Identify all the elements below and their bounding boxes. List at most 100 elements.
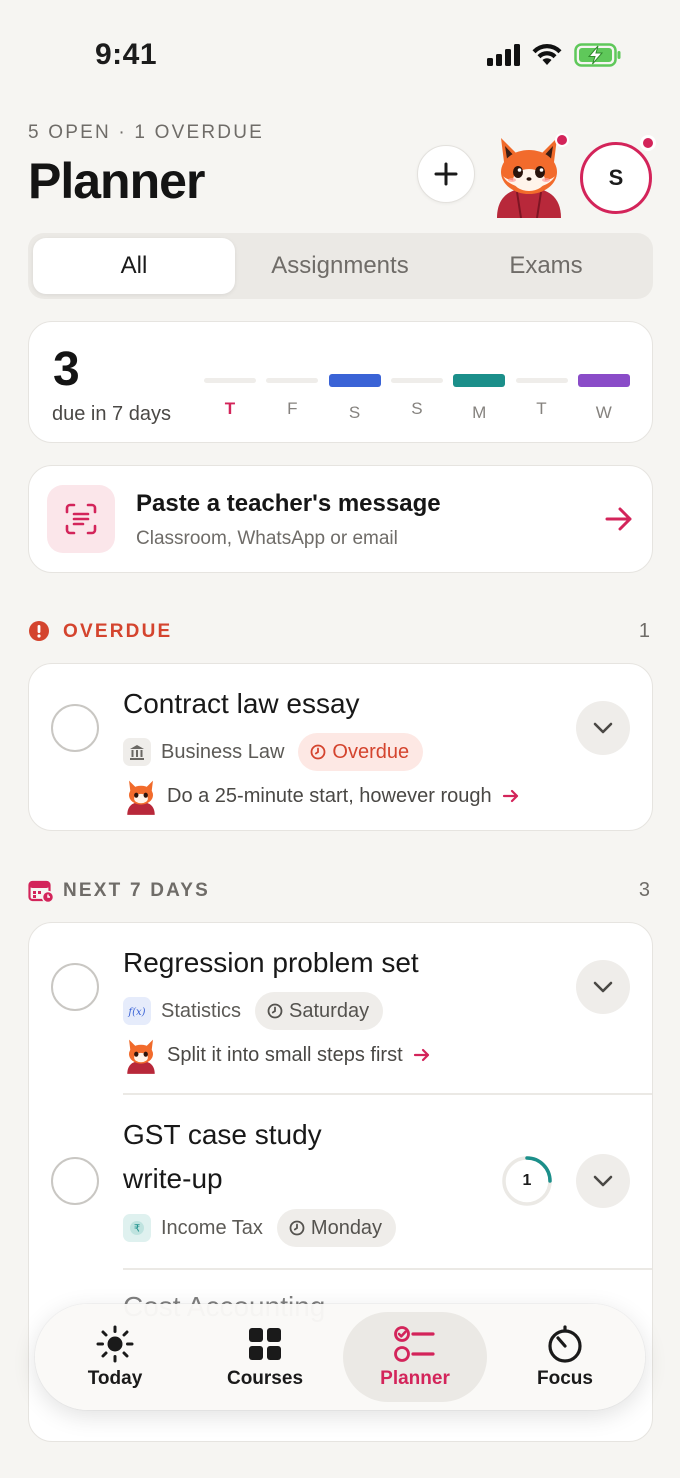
overdue-section-label: OVERDUE <box>63 621 173 642</box>
calendar-icon <box>28 880 54 903</box>
bottom-tab-bar: Today Courses Planner Focus <box>35 1304 645 1410</box>
mascot-hint-text: Do a 25-minute start, however rough <box>167 784 492 807</box>
task-title-line-1[interactable]: GST case study <box>123 1119 322 1151</box>
tab-focus[interactable]: Focus <box>493 1312 637 1402</box>
tab-exams[interactable]: Exams <box>444 238 648 294</box>
profile-avatar[interactable]: S <box>580 142 652 214</box>
tab-assignments[interactable]: Assignments <box>237 238 443 294</box>
tab-courses[interactable]: Courses <box>193 1312 337 1402</box>
grid-icon <box>249 1328 281 1360</box>
overdue-chip: Overdue <box>298 733 424 771</box>
row-divider <box>123 1268 652 1270</box>
plus-icon <box>434 162 458 186</box>
checklist-icon <box>394 1326 435 1362</box>
expand-task-button[interactable] <box>576 701 630 755</box>
status-bar: 9:41 <box>0 0 680 110</box>
week-day-column: F <box>266 374 319 419</box>
mascot-hint-text: Split it into small steps first <box>167 1043 403 1066</box>
task-complete-checkbox[interactable] <box>51 1157 99 1205</box>
tab-planner[interactable]: Planner <box>343 1312 487 1402</box>
fox-mascot-icon <box>127 780 155 815</box>
mascot-hint-row[interactable]: Split it into small steps first <box>123 1035 431 1075</box>
week-day-letter: T <box>224 399 236 418</box>
week-day-letter: F <box>287 399 298 418</box>
task-meta: Business Law Overdue <box>123 733 424 771</box>
next-7-days-section-count: 3 <box>638 879 650 901</box>
planner-summary-meta: 5 OPEN · 1 OVERDUE <box>28 122 264 143</box>
task-complete-checkbox[interactable] <box>51 963 99 1011</box>
arrow-right-icon <box>502 789 518 803</box>
course-name: Business Law <box>161 740 285 763</box>
task-complete-checkbox[interactable] <box>51 704 99 752</box>
subtask-progress-ring: 1 <box>501 1155 553 1207</box>
tab-today[interactable]: Today <box>43 1312 187 1402</box>
week-day-column: T <box>204 374 256 419</box>
subtask-progress-label: 1 <box>522 1172 532 1189</box>
svg-text:f(x): f(x) <box>127 1007 145 1018</box>
chevron-down-icon <box>593 981 613 993</box>
svg-text:₹: ₹ <box>134 1224 140 1235</box>
task-title-line-2[interactable]: write-up <box>123 1163 223 1195</box>
page-title: Planner <box>28 153 205 209</box>
paste-message-card[interactable]: Paste a teacher's message Classroom, Wha… <box>28 465 653 573</box>
tab-courses-label: Courses <box>226 1368 304 1389</box>
avatar-notification-dot <box>640 135 656 151</box>
course-name: Statistics <box>161 999 242 1022</box>
add-task-button[interactable] <box>417 145 475 203</box>
task-title[interactable]: Contract law essay <box>123 688 360 720</box>
task-meta: ₹ Income Tax Monday <box>123 1209 397 1247</box>
empty-day-bar <box>204 378 256 383</box>
due-day-label: Monday <box>310 1216 383 1239</box>
expand-task-button[interactable] <box>576 960 630 1014</box>
chevron-down-icon <box>593 1175 613 1187</box>
tab-focus-label: Focus <box>537 1368 593 1389</box>
battery-charging-icon <box>574 43 621 67</box>
week-day-column: W <box>577 374 630 423</box>
next-7-days-section-label: NEXT 7 DAYS <box>63 880 211 901</box>
empty-day-bar <box>390 378 443 383</box>
task-meta: f(x) Statistics Saturday <box>123 992 384 1030</box>
fox-mascot-icon <box>127 1039 155 1074</box>
arrow-right-icon <box>413 1048 429 1062</box>
course-name: Income Tax <box>161 1216 263 1239</box>
due-day-chip: Saturday <box>255 992 384 1030</box>
week-day-column: M <box>453 374 506 423</box>
clock-icon <box>267 1003 283 1019</box>
mascot-notification-dot <box>555 133 569 147</box>
clock-icon <box>311 744 326 760</box>
paste-card-title: Paste a teacher's message <box>136 490 441 517</box>
week-day-column: S <box>328 374 381 423</box>
due-count: 3 <box>53 343 80 396</box>
arrow-right-icon <box>605 507 632 531</box>
tab-all[interactable]: All <box>33 238 235 294</box>
clock-icon <box>289 1220 305 1236</box>
week-day-column: S <box>390 374 443 419</box>
bank-icon <box>123 738 151 766</box>
tab-today-label: Today <box>87 1368 143 1389</box>
week-day-column: T <box>515 374 568 419</box>
next-7-days-section-header: NEXT 7 DAYS 3 <box>28 876 653 906</box>
overdue-section-count: 1 <box>638 620 650 642</box>
row-divider <box>123 1093 652 1095</box>
week-day-letter: M <box>472 403 487 422</box>
week-day-letter: S <box>348 403 361 422</box>
wifi-icon <box>532 43 562 65</box>
timer-icon <box>548 1325 582 1363</box>
sun-icon <box>96 1325 134 1363</box>
planner-filter-tabs: All Assignments Exams <box>28 233 653 299</box>
overdue-section-header: OVERDUE 1 <box>28 617 653 647</box>
empty-day-bar <box>266 378 319 383</box>
week-summary-card[interactable]: 3 due in 7 days T F S S M T W <box>28 321 653 443</box>
week-day-letter: T <box>536 399 547 418</box>
due-day-bar <box>453 374 506 387</box>
chevron-down-icon <box>593 722 613 734</box>
empty-day-bar <box>515 378 568 383</box>
tab-planner-label: Planner <box>380 1368 450 1389</box>
task-title[interactable]: Regression problem set <box>123 947 419 979</box>
due-day-label: Saturday <box>289 999 370 1022</box>
expand-task-button[interactable] <box>576 1154 630 1208</box>
status-time: 9:41 <box>95 38 158 71</box>
overdue-task-card: Contract law essay Business Law Overdue <box>28 663 653 831</box>
mascot-hint-row[interactable]: Do a 25-minute start, however rough <box>123 776 520 816</box>
due-count-label: due in 7 days <box>52 403 171 425</box>
